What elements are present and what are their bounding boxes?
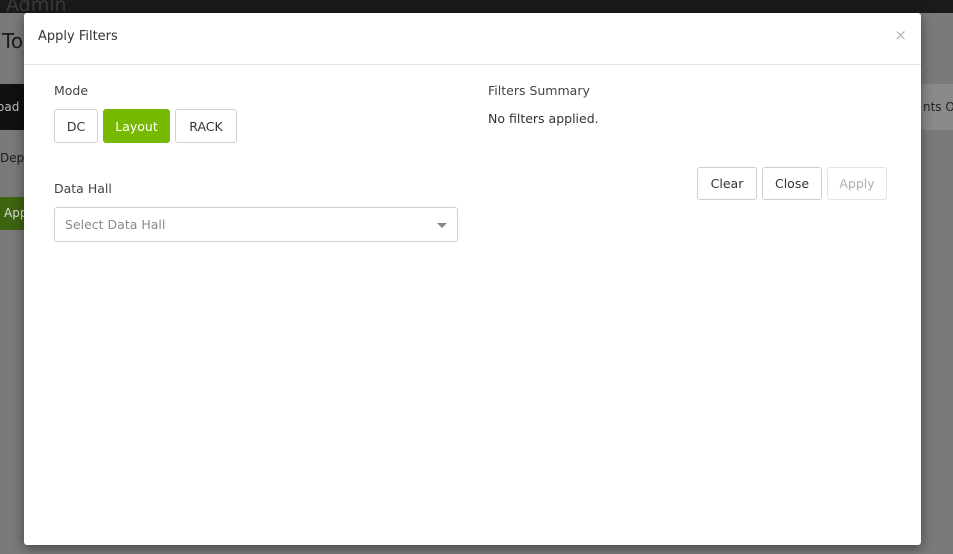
mode-rack-button[interactable]: RACK	[175, 109, 237, 143]
clear-button[interactable]: Clear	[697, 167, 757, 200]
app-top-bar: Admin	[0, 0, 953, 16]
data-hall-select[interactable]: Select Data Hall	[54, 207, 458, 242]
mode-layout-button[interactable]: Layout	[103, 109, 170, 143]
filters-summary-label: Filters Summary	[488, 83, 590, 98]
chevron-down-icon	[437, 223, 447, 228]
close-icon[interactable]: ×	[894, 26, 907, 44]
modal-title: Apply Filters	[38, 29, 118, 44]
mode-dc-button[interactable]: DC	[54, 109, 98, 143]
apply-filters-modal: Apply Filters × Mode DC Layout RACK Data…	[24, 13, 921, 545]
filters-summary-text: No filters applied.	[488, 111, 599, 126]
mode-label: Mode	[54, 83, 89, 98]
background-gray-button: nts O	[918, 84, 953, 130]
apply-button[interactable]: Apply	[827, 167, 887, 200]
background-status-text: Depl	[0, 151, 24, 165]
data-hall-placeholder: Select Data Hall	[65, 217, 166, 232]
data-hall-label: Data Hall	[54, 181, 112, 196]
modal-header: Apply Filters ×	[24, 13, 921, 65]
close-button[interactable]: Close	[762, 167, 822, 200]
